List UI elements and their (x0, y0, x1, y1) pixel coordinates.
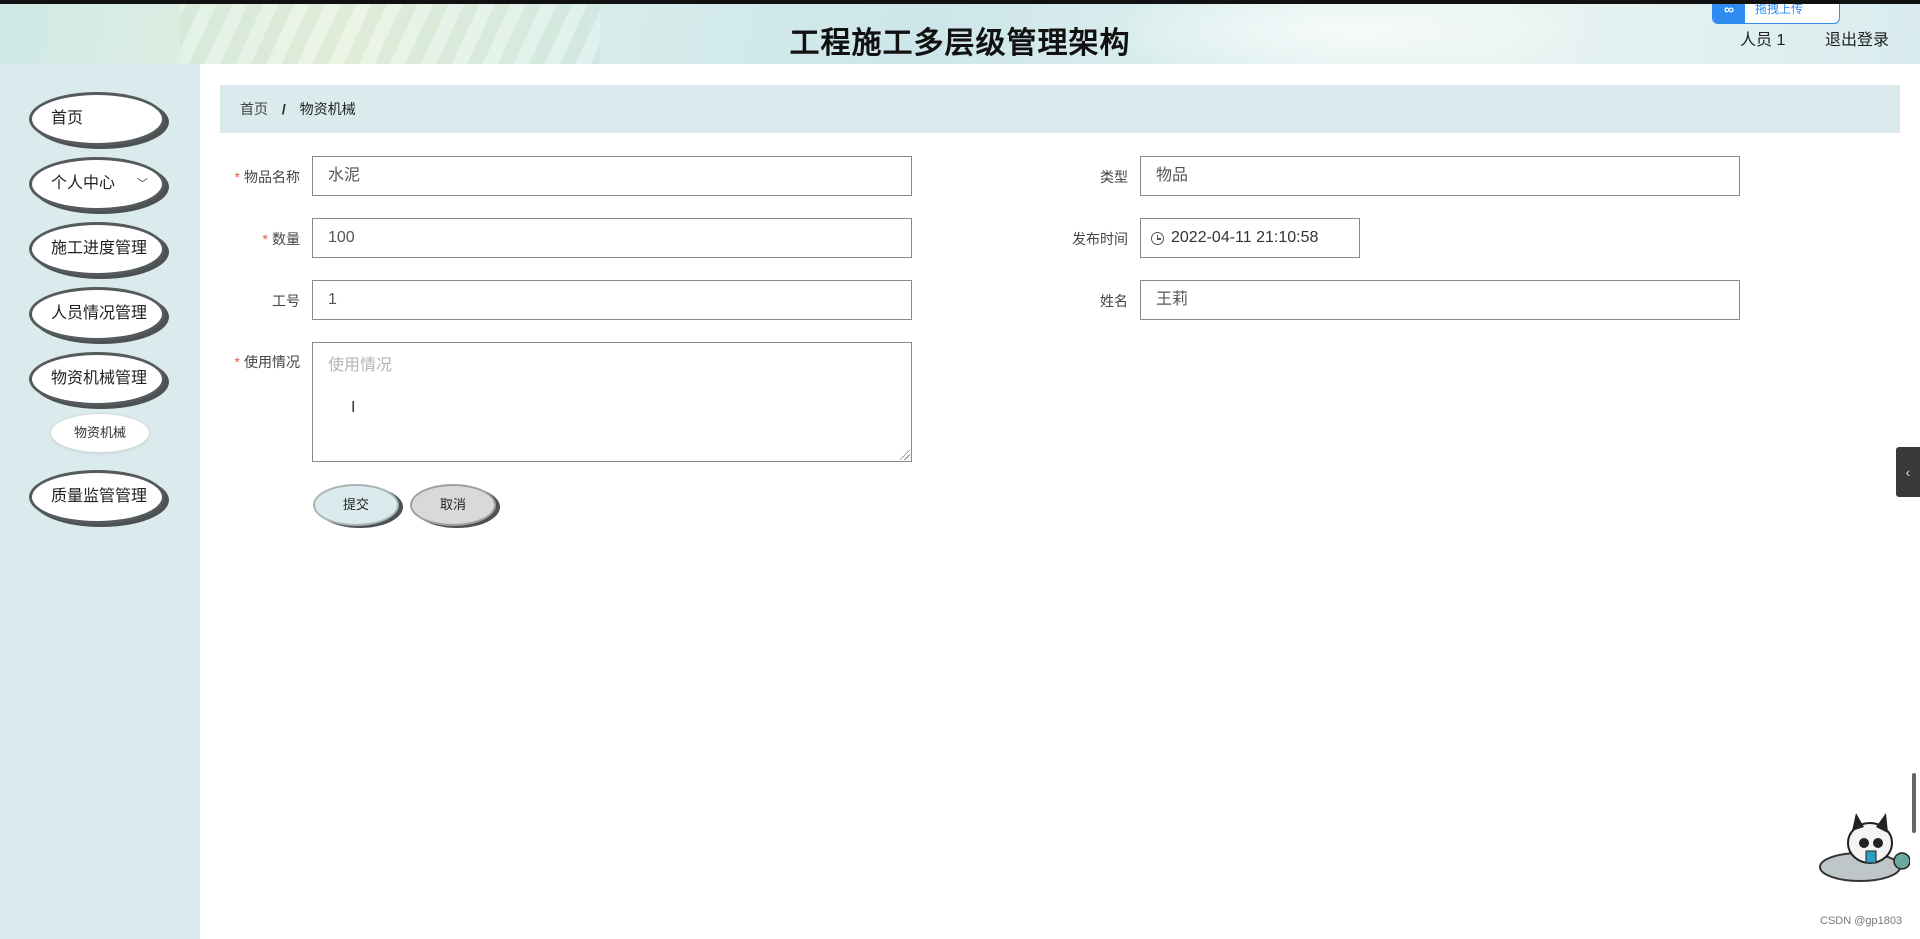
link-icon: ∞ (1713, 4, 1745, 23)
text-cursor-icon: I (351, 399, 356, 416)
logout-link[interactable]: 退出登录 (1825, 26, 1889, 50)
breadcrumb-current: 物资机械 (299, 101, 356, 117)
app-header: 工程施工多层级管理架构 ∞ 拖拽上传 人员 1 退出登录 (0, 4, 1920, 64)
usage-placeholder: 使用情况 (328, 357, 393, 374)
publish-time-label: 发布时间 (1072, 231, 1128, 247)
usage-textarea[interactable]: 使用情况 I (312, 342, 912, 462)
item-name-input[interactable]: 水泥 (312, 156, 912, 196)
sidebar-item-quality[interactable]: 质量监管管理 (29, 470, 165, 524)
drag-upload-label: 拖拽上传 (1755, 4, 1804, 16)
sidebar-item-label: 施工进度管理 (51, 240, 148, 257)
sidebar-subitem-materials[interactable]: 物资机械 (50, 413, 150, 453)
publish-time-value: 2022-04-11 21:10:58 (1171, 229, 1319, 246)
item-name-label-text: 物品名称 (244, 169, 300, 185)
mascot-cat-image (1810, 805, 1911, 885)
required-mark: * (262, 231, 268, 247)
usage-label: * 使用情况 (160, 352, 300, 372)
quantity-label-text: 数量 (272, 231, 300, 247)
chevron-down-icon: ﹀ (137, 178, 148, 190)
submit-button[interactable]: 提交 (313, 484, 399, 526)
type-label: 类型 (1100, 169, 1128, 185)
job-no-input[interactable]: 1 (312, 280, 912, 320)
quantity-input[interactable]: 100 (312, 218, 912, 258)
resize-handle[interactable] (900, 450, 910, 460)
sidebar-item-label: 物资机械管理 (51, 370, 148, 387)
chevron-left-icon: ‹ (1905, 464, 1911, 480)
sidebar: 首页 个人中心 ﹀ 施工进度管理 人员情况管理 物资机械管理 物资机械 质量监管… (0, 64, 200, 939)
required-mark: * (234, 169, 240, 185)
current-user: 人员 1 (1740, 32, 1786, 49)
type-input[interactable]: 物品 (1140, 156, 1740, 196)
job-no-label: 工号 (272, 293, 300, 309)
side-panel-toggle[interactable]: ‹ (1896, 447, 1920, 497)
sidebar-item-label: 个人中心 (51, 175, 116, 192)
item-name-label: * 物品名称 (160, 167, 300, 187)
breadcrumb-separator: / (281, 101, 286, 117)
sidebar-item-materials[interactable]: 物资机械管理 (29, 352, 165, 406)
sidebar-item-label: 质量监管管理 (51, 488, 148, 505)
publish-time-picker[interactable]: 2022-04-11 21:10:58 (1140, 218, 1360, 258)
breadcrumb: 首页 / 物资机械 (220, 85, 1900, 133)
name-input[interactable]: 王莉 (1140, 280, 1740, 320)
usage-label-text: 使用情况 (244, 354, 300, 370)
sidebar-item-personnel[interactable]: 人员情况管理 (29, 287, 165, 341)
sidebar-item-home[interactable]: 首页 (29, 92, 165, 146)
sidebar-item-progress[interactable]: 施工进度管理 (29, 222, 165, 276)
watermark: CSDN @gp1803 (1820, 915, 1903, 927)
breadcrumb-home[interactable]: 首页 (240, 101, 268, 117)
required-mark: * (234, 354, 240, 370)
sidebar-item-label: 人员情况管理 (51, 305, 148, 322)
page-title: 工程施工多层级管理架构 (789, 27, 1131, 60)
quantity-label: * 数量 (160, 229, 300, 249)
name-label: 姓名 (1100, 293, 1128, 309)
cancel-button[interactable]: 取消 (410, 484, 496, 526)
drag-upload-button[interactable]: ∞ 拖拽上传 (1712, 4, 1840, 24)
clock-icon (1151, 232, 1164, 245)
sidebar-item-label: 首页 (51, 110, 84, 127)
sidebar-item-personal-center[interactable]: 个人中心 ﹀ (29, 157, 165, 211)
scrollbar[interactable] (1912, 773, 1916, 833)
